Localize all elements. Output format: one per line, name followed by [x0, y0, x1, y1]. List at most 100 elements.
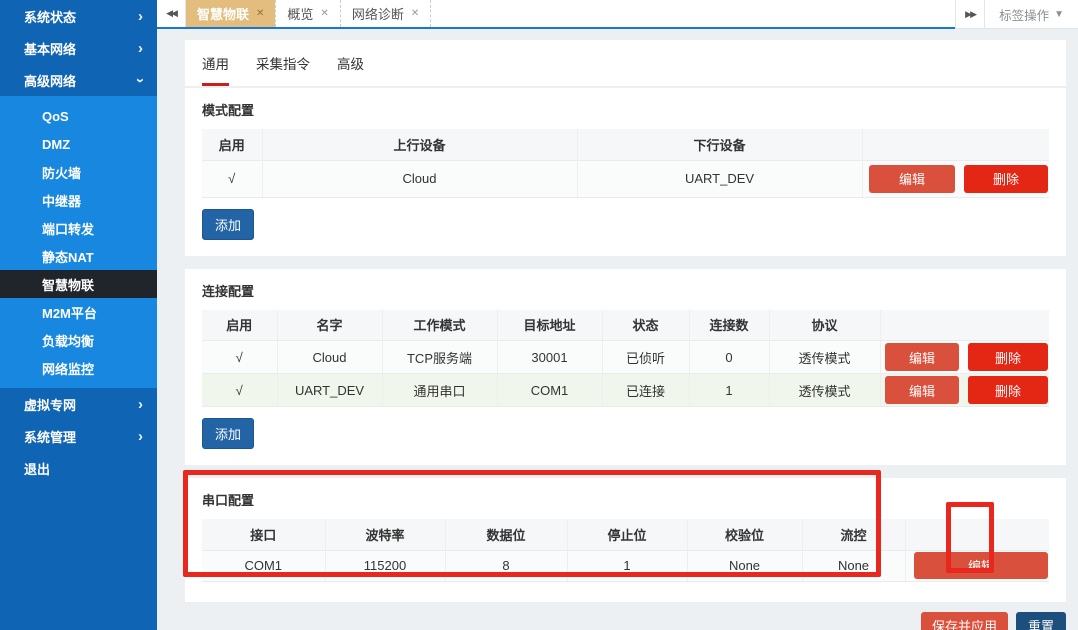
close-icon[interactable]: ✕: [320, 9, 328, 19]
table-row: COM1 115200 8 1 None None 编辑: [202, 550, 1049, 581]
sidebar-item-label: 系统管理: [24, 427, 76, 446]
edit-button[interactable]: 编辑: [885, 376, 959, 404]
chevron-right-icon: ›: [138, 429, 143, 444]
add-button[interactable]: 添加: [202, 209, 254, 240]
uplink-device-value: Cloud: [262, 160, 577, 197]
col-uplink-device: 上行设备: [262, 129, 577, 160]
tab-label: 网络诊断: [352, 4, 404, 23]
connection-count-value: 0: [689, 341, 769, 374]
sidebar-item-dmz[interactable]: DMZ: [0, 130, 157, 158]
section-title: 模式配置: [202, 100, 1049, 119]
advanced-network-submenu: QoS DMZ 防火墙 中继器 端口转发 静态NAT 智慧物联 M2M平台 负载…: [0, 96, 157, 388]
scroll-tabs-left-button[interactable]: ◀◀: [157, 0, 186, 27]
col-protocol: 协议: [769, 310, 880, 341]
connection-config-table: 启用 名字 工作模式 目标地址 状态 连接数 协议 √ Cloud TCP服务: [202, 310, 1049, 408]
table-row: √ UART_DEV 通用串口 COM1 已连接 1 透传模式 编辑 删除: [202, 374, 1049, 407]
tab-network-diagnosis[interactable]: 网络诊断 ✕: [341, 0, 431, 27]
col-interface: 接口: [202, 519, 325, 550]
reset-button[interactable]: 重置: [1016, 612, 1066, 630]
sidebar-item-smart-iot[interactable]: 智慧物联: [0, 270, 157, 298]
sidebar-item-network-monitor[interactable]: 网络监控: [0, 354, 157, 382]
sidebar-item-static-nat[interactable]: 静态NAT: [0, 242, 157, 270]
double-chevron-right-icon: ▶▶: [965, 9, 975, 20]
stop-bits-value: 1: [567, 550, 687, 581]
sidebar-item-label: 系统状态: [24, 7, 76, 26]
name-value: Cloud: [277, 341, 382, 374]
sidebar-item-vpn[interactable]: 虚拟专网 ›: [0, 388, 157, 420]
sidebar-item-logout[interactable]: 退出: [0, 452, 157, 484]
col-connection-count: 连接数: [689, 310, 769, 341]
col-status: 状态: [602, 310, 689, 341]
add-button[interactable]: 添加: [202, 418, 254, 449]
tab-general[interactable]: 通用: [202, 53, 229, 86]
tab-advanced[interactable]: 高级: [337, 53, 364, 86]
interface-value: COM1: [202, 550, 325, 581]
delete-button[interactable]: 删除: [968, 343, 1048, 371]
tab-operations-dropdown[interactable]: 标签操作 ▼: [984, 0, 1078, 28]
status-value: 已侦听: [602, 341, 689, 374]
col-stop-bits: 停止位: [567, 519, 687, 550]
enable-check: √: [202, 160, 262, 197]
table-row: √ Cloud TCP服务端 30001 已侦听 0 透传模式 编辑 删除: [202, 341, 1049, 374]
main-area: ◀◀ 智慧物联 ✕ 概览 ✕ 网络诊断 ✕ ▶▶ 标签操作 ▼: [157, 0, 1078, 630]
serial-config-section: 串口配置 接口 波特率 数据位 停止位 校验位 流控: [185, 478, 1066, 602]
enable-check: √: [202, 341, 277, 374]
sidebar-item-label: 退出: [24, 459, 50, 478]
sidebar-item-firewall[interactable]: 防火墙: [0, 158, 157, 186]
protocol-value: 透传模式: [769, 374, 880, 407]
serial-config-table: 接口 波特率 数据位 停止位 校验位 流控 COM1 115200 8 1: [202, 519, 1049, 582]
sidebar-item-load-balance[interactable]: 负载均衡: [0, 326, 157, 354]
save-and-apply-button[interactable]: 保存并应用: [921, 612, 1008, 630]
data-bits-value: 8: [445, 550, 567, 581]
delete-button[interactable]: 删除: [968, 376, 1048, 404]
col-data-bits: 数据位: [445, 519, 567, 550]
table-header-row: 接口 波特率 数据位 停止位 校验位 流控: [202, 519, 1049, 550]
col-parity: 校验位: [687, 519, 802, 550]
edit-button[interactable]: 编辑: [869, 165, 955, 193]
tab-operations-label: 标签操作: [999, 5, 1049, 24]
edit-button[interactable]: 编辑: [885, 343, 959, 371]
table-header-row: 启用 名字 工作模式 目标地址 状态 连接数 协议: [202, 310, 1049, 341]
tab-collect-commands[interactable]: 采集指令: [256, 53, 310, 86]
sidebar-item-m2m-platform[interactable]: M2M平台: [0, 298, 157, 326]
delete-button[interactable]: 删除: [964, 165, 1048, 193]
col-baud-rate: 波特率: [325, 519, 445, 550]
table-row: √ Cloud UART_DEV 编辑 删除: [202, 160, 1049, 197]
enable-check: √: [202, 374, 277, 407]
col-actions: [880, 310, 1049, 341]
chevron-down-icon: ›: [133, 78, 148, 83]
flow-control-value: None: [802, 550, 905, 581]
section-title: 串口配置: [202, 490, 1049, 509]
tab-smart-iot[interactable]: 智慧物联 ✕: [186, 0, 275, 27]
scroll-tabs-right-button[interactable]: ▶▶: [955, 0, 984, 28]
footer-actions: 保存并应用 重置: [157, 612, 1066, 630]
content-tabs: 通用 采集指令 高级: [185, 40, 1066, 86]
mode-config-section: 模式配置 启用 上行设备 下行设备 √ Cloud UART_DEV: [185, 88, 1066, 256]
sidebar-item-advanced-network[interactable]: 高级网络 ›: [0, 64, 157, 96]
sidebar-item-basic-network[interactable]: 基本网络 ›: [0, 32, 157, 64]
double-chevron-left-icon: ◀◀: [166, 8, 176, 19]
sidebar-item-port-forward[interactable]: 端口转发: [0, 214, 157, 242]
tab-label: 智慧物联: [197, 4, 249, 23]
col-downlink-device: 下行设备: [577, 129, 862, 160]
table-header-row: 启用 上行设备 下行设备: [202, 129, 1049, 160]
col-actions: [862, 129, 1049, 160]
close-icon[interactable]: ✕: [256, 9, 264, 19]
target-address-value: COM1: [497, 374, 602, 407]
sidebar-item-system-admin[interactable]: 系统管理 ›: [0, 420, 157, 452]
edit-serial-button[interactable]: 编辑: [914, 552, 1048, 579]
sidebar-item-system-status[interactable]: 系统状态 ›: [0, 0, 157, 32]
col-target-address: 目标地址: [497, 310, 602, 341]
content-area: 通用 采集指令 高级 模式配置 启用 上行设备 下行设备: [157, 29, 1078, 630]
sidebar-item-qos[interactable]: QoS: [0, 102, 157, 130]
sidebar-item-repeater[interactable]: 中继器: [0, 186, 157, 214]
mode-config-table: 启用 上行设备 下行设备 √ Cloud UART_DEV 编辑: [202, 129, 1049, 198]
work-mode-value: 通用串口: [382, 374, 497, 407]
sidebar: 系统状态 › 基本网络 › 高级网络 › QoS DMZ 防火墙 中继器 端口转…: [0, 0, 157, 630]
chevron-right-icon: ›: [138, 397, 143, 412]
status-value: 已连接: [602, 374, 689, 407]
target-address-value: 30001: [497, 341, 602, 374]
tab-overview[interactable]: 概览 ✕: [275, 0, 340, 27]
connection-config-section: 连接配置 启用 名字 工作模式 目标地址 状态 连接数 协议: [185, 269, 1066, 466]
close-icon[interactable]: ✕: [411, 9, 419, 19]
